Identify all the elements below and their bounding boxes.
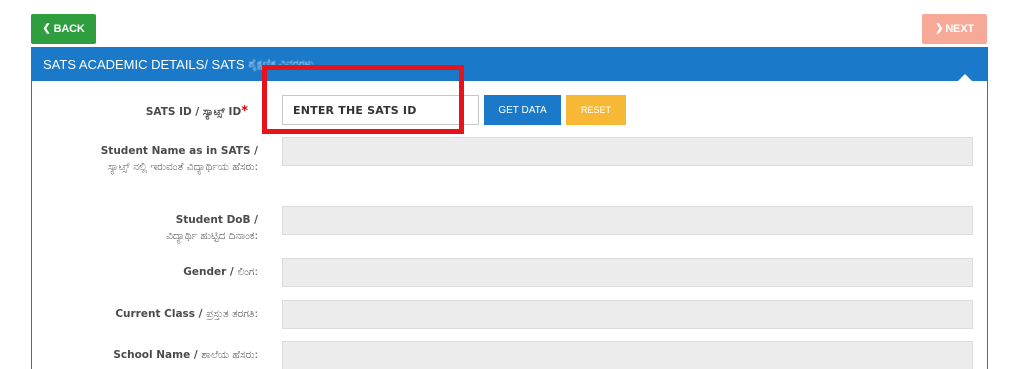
student-dob-label: Student DoB / ವಿದ್ಯಾರ್ಥಿ ಹುಟ್ಟಿದ ದಿನಾಂಕ: [30,212,258,244]
panel-title-local: ಶೈಕ್ಷಣಿಕ ವಿವರಗಳು [248,58,315,70]
student-name-label-en: Student Name as in SATS / [100,145,258,157]
gender-label: Gender / ಲಿಂಗ: [30,264,258,280]
student-name-field [282,137,973,166]
sats-id-label-text: SATS ID / ಸ್ಯಾಟ್ಸ್ ID [145,106,242,118]
back-button[interactable]: ❮ BACK [31,14,96,44]
next-button[interactable]: ❯ NEXT [922,14,987,44]
gender-label-en: Gender / [183,266,234,278]
panel-header[interactable]: SATS ACADEMIC DETAILS/ SATS ಶೈಕ್ಷಣಿಕ ವಿವ… [32,48,987,81]
current-class-label-en: Current Class / [115,308,203,320]
school-name-label-local: ಶಾಲೆಯ ಹೆಸರು: [201,349,258,361]
student-dob-label-local: ವಿದ್ಯಾರ್ಥಿ ಹುಟ್ಟಿದ ದಿನಾಂಕ: [166,230,258,242]
required-marker: * [241,104,248,119]
gender-label-local: ಲಿಂಗ: [237,266,258,278]
get-data-button[interactable]: GET DATA [484,95,561,125]
back-button-label: BACK [53,23,85,35]
student-name-label-local: ಸ್ಯಾಟ್ಸ್ ನಲ್ಲಿ ಇರುವಂತೆ ವಿದ್ಯಾರ್ಥಿಯ ಹೆಸರು… [107,161,258,173]
student-name-label: Student Name as in SATS / ಸ್ಯಾಟ್ಸ್ ನಲ್ಲಿ… [30,143,258,175]
school-name-label: School Name / ಶಾಲೆಯ ಹೆಸರು: [30,347,258,363]
school-name-label-en: School Name / [113,349,198,361]
current-class-field [282,300,973,329]
gender-field [282,258,973,287]
student-dob-field [282,206,973,235]
student-dob-label-en: Student DoB / [175,214,258,226]
collapse-caret-icon [957,74,973,82]
panel-title: SATS ACADEMIC DETAILS/ SATS [43,57,245,72]
current-class-label: Current Class / ಪ್ರಸ್ತುತ ತರಗತಿ: [30,306,258,322]
chevron-left-icon: ❮ [42,23,51,34]
reset-button[interactable]: RESET [566,95,626,125]
sats-id-label: SATS ID / ಸ್ಯಾಟ್ಸ್ ID* [20,104,248,120]
next-button-label: NEXT [945,23,974,35]
school-name-field [282,341,973,369]
chevron-right-icon: ❯ [935,23,944,34]
current-class-label-local: ಪ್ರಸ್ತುತ ತರಗತಿ: [206,308,258,320]
sats-id-input[interactable] [282,95,479,125]
